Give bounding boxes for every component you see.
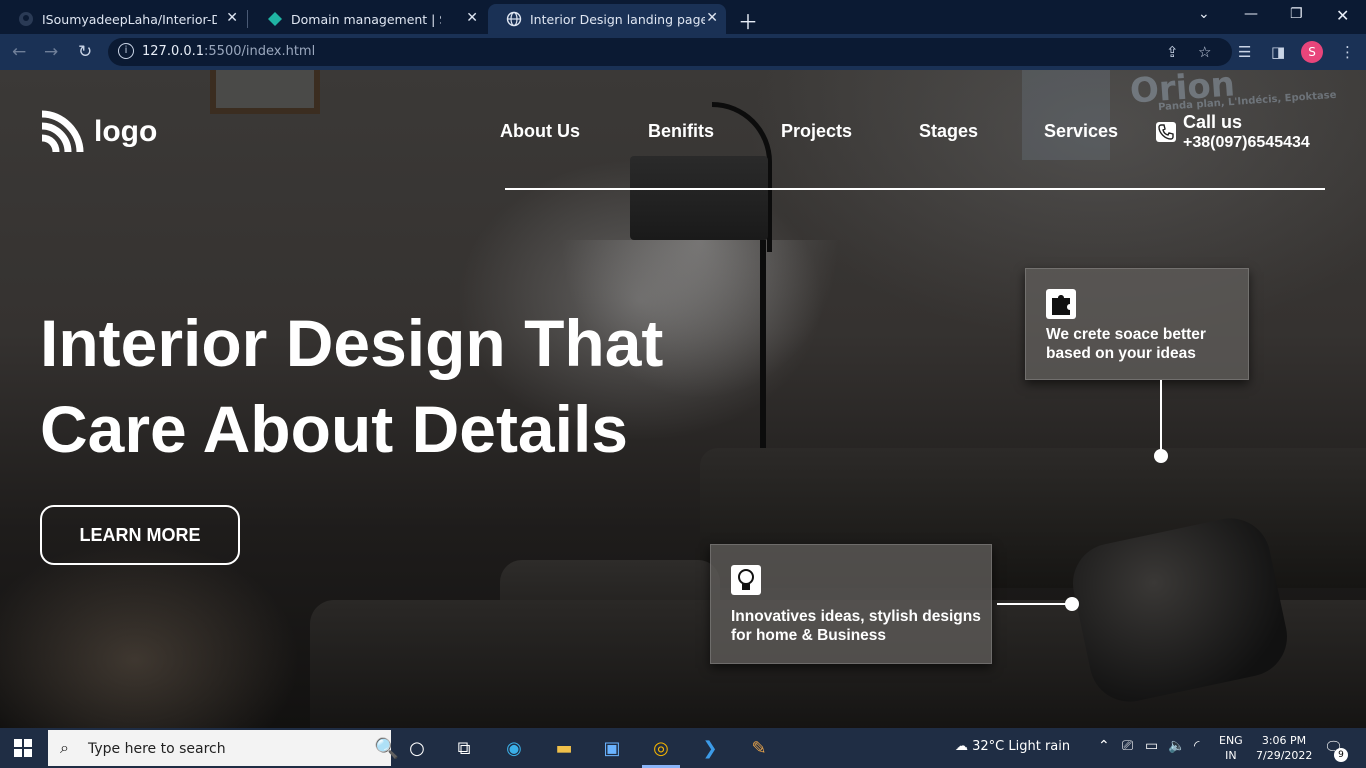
- network-icon[interactable]: ◜: [1194, 738, 1199, 754]
- forward-button[interactable]: →: [44, 42, 58, 62]
- plant-decoration: [0, 540, 300, 728]
- close-icon[interactable]: ✕: [466, 10, 478, 26]
- weather-widget[interactable]: ☁ 32°C Light rain: [955, 739, 1070, 754]
- puzzle-icon: [1046, 289, 1076, 319]
- lamp-shade: [630, 156, 768, 240]
- wall-poster: [1022, 70, 1110, 160]
- reading-list-icon[interactable]: ☰: [1238, 43, 1251, 61]
- language-region: IN: [1225, 749, 1237, 762]
- site-logo[interactable]: logo: [40, 110, 157, 154]
- cloud-rain-icon: ☁: [955, 739, 968, 754]
- microsoft-store-icon[interactable]: ▣: [599, 736, 625, 760]
- clock-date: 7/29/2022: [1256, 749, 1313, 762]
- landing-page: Orion Panda plan, L'Indécis, Epoktase lo…: [0, 70, 1366, 728]
- nav-benefits[interactable]: Benifits: [648, 121, 714, 142]
- phone-number[interactable]: +38(097)6545434: [1183, 134, 1310, 152]
- back-button[interactable]: ←: [12, 42, 26, 62]
- profile-avatar[interactable]: S: [1301, 41, 1323, 63]
- logo-text: logo: [94, 115, 158, 148]
- new-tab-button[interactable]: ＋: [738, 6, 758, 35]
- task-view-icon[interactable]: ⧉: [451, 736, 477, 760]
- nav-services[interactable]: Services: [1044, 121, 1118, 142]
- wall-picture-frame: [210, 70, 320, 114]
- tab-search-chevron-icon[interactable]: ⌄: [1198, 6, 1210, 22]
- github-icon: [18, 11, 34, 27]
- weather-text: 32°C Light rain: [972, 739, 1071, 754]
- hero-title-line-1: Interior Design That: [40, 306, 664, 380]
- tab-title: Domain management | Site settir: [291, 11, 441, 27]
- card-text: We crete soace better based on your idea…: [1046, 326, 1206, 362]
- lightbulb-icon: [731, 565, 761, 595]
- taskbar-search-box[interactable]: ⌕ Type here to search 🔍: [48, 730, 399, 766]
- rss-logo-icon: [41, 110, 84, 153]
- tab-title: ISoumyadeepLaha/Interior-Desig: [42, 11, 217, 27]
- tab-netlify[interactable]: Domain management | Site settir ✕: [249, 4, 486, 34]
- windows-start-icon[interactable]: [14, 739, 32, 757]
- reload-button[interactable]: ↻: [78, 42, 92, 62]
- battery-icon[interactable]: ▭: [1145, 738, 1158, 754]
- side-panel-icon[interactable]: ◨: [1271, 43, 1285, 61]
- meet-now-icon[interactable]: ⎚: [1122, 738, 1133, 754]
- paint-icon[interactable]: ✎: [746, 736, 772, 760]
- close-icon[interactable]: ✕: [706, 10, 718, 26]
- search-placeholder: Type here to search: [88, 741, 226, 757]
- learn-more-button[interactable]: LEARN MORE: [40, 505, 240, 565]
- close-icon[interactable]: ✕: [226, 10, 238, 26]
- minimize-button[interactable]: —: [1244, 6, 1258, 22]
- window-close-button[interactable]: ✕: [1336, 6, 1349, 25]
- nav-divider: [505, 188, 1325, 190]
- system-clock[interactable]: 3:06 PM 7/29/2022: [1256, 733, 1312, 763]
- bookmark-star-icon[interactable]: ☆: [1198, 43, 1211, 61]
- windows-taskbar: ⌕ Type here to search 🔍 ○ ⧉ ◉ ▬ ▣ ◎ ❯ ✎ …: [0, 728, 1366, 768]
- nav-stages[interactable]: Stages: [919, 121, 978, 142]
- browser-toolbar: ← → ↻ i 127.0.0.1:5500/index.html ⇪ ☆ ☰ …: [0, 34, 1366, 70]
- card-connector-dot: [1065, 597, 1079, 611]
- tab-separator: [247, 10, 248, 28]
- share-icon[interactable]: ⇪: [1166, 43, 1179, 61]
- notification-badge: 9: [1334, 748, 1348, 762]
- restore-button[interactable]: ❐: [1290, 6, 1303, 22]
- netlify-icon: [267, 11, 283, 27]
- feature-card-ideas: We crete soace better based on your idea…: [1025, 268, 1249, 380]
- volume-icon[interactable]: 🔈: [1168, 738, 1185, 754]
- url-text[interactable]: 127.0.0.1:5500/index.html: [142, 44, 315, 59]
- edge-icon[interactable]: ◉: [501, 736, 527, 760]
- feature-card-innovation: Innovatives ideas, stylish designs for h…: [710, 544, 992, 664]
- search-highlight-icon: 🔍: [374, 736, 399, 760]
- file-explorer-icon[interactable]: ▬: [551, 736, 577, 760]
- chrome-icon[interactable]: ◎: [642, 736, 680, 768]
- hero-title: Interior Design That Care About Details: [40, 300, 840, 472]
- url-path: :5500/index.html: [204, 44, 316, 59]
- card-connector-line: [997, 603, 1067, 605]
- phone-icon: [1156, 122, 1176, 142]
- url-host: 127.0.0.1: [142, 44, 205, 59]
- browser-tab-strip: ISoumyadeepLaha/Interior-Desig ✕ Domain …: [0, 0, 1366, 34]
- tab-interior-design[interactable]: Interior Design landing page ✕: [488, 4, 726, 34]
- language-code: ENG: [1219, 734, 1243, 747]
- menu-kebab-icon[interactable]: ⋮: [1340, 43, 1355, 61]
- address-bar[interactable]: i 127.0.0.1:5500/index.html ⇪ ☆: [108, 38, 1232, 66]
- show-hidden-icons-chevron-icon[interactable]: ⌃: [1098, 738, 1110, 754]
- tab-title: Interior Design landing page: [530, 11, 705, 27]
- language-indicator[interactable]: ENG IN: [1219, 733, 1243, 763]
- nav-projects[interactable]: Projects: [781, 121, 852, 142]
- card-text: Innovatives ideas, stylish designs for h…: [731, 608, 981, 644]
- search-icon: ⌕: [60, 738, 69, 757]
- cortana-icon[interactable]: ○: [404, 736, 430, 760]
- nav-about-us[interactable]: About Us: [500, 121, 580, 142]
- clock-time: 3:06 PM: [1261, 734, 1307, 747]
- globe-icon: [506, 11, 522, 27]
- vscode-icon[interactable]: ❯: [697, 736, 723, 760]
- site-info-icon[interactable]: i: [118, 43, 134, 59]
- call-us-label: Call us: [1183, 112, 1243, 132]
- tab-github[interactable]: ISoumyadeepLaha/Interior-Desig ✕: [0, 4, 246, 34]
- hero-title-line-2: Care About Details: [40, 392, 629, 466]
- card-connector-dot: [1154, 449, 1168, 463]
- card-connector-line: [1160, 380, 1162, 454]
